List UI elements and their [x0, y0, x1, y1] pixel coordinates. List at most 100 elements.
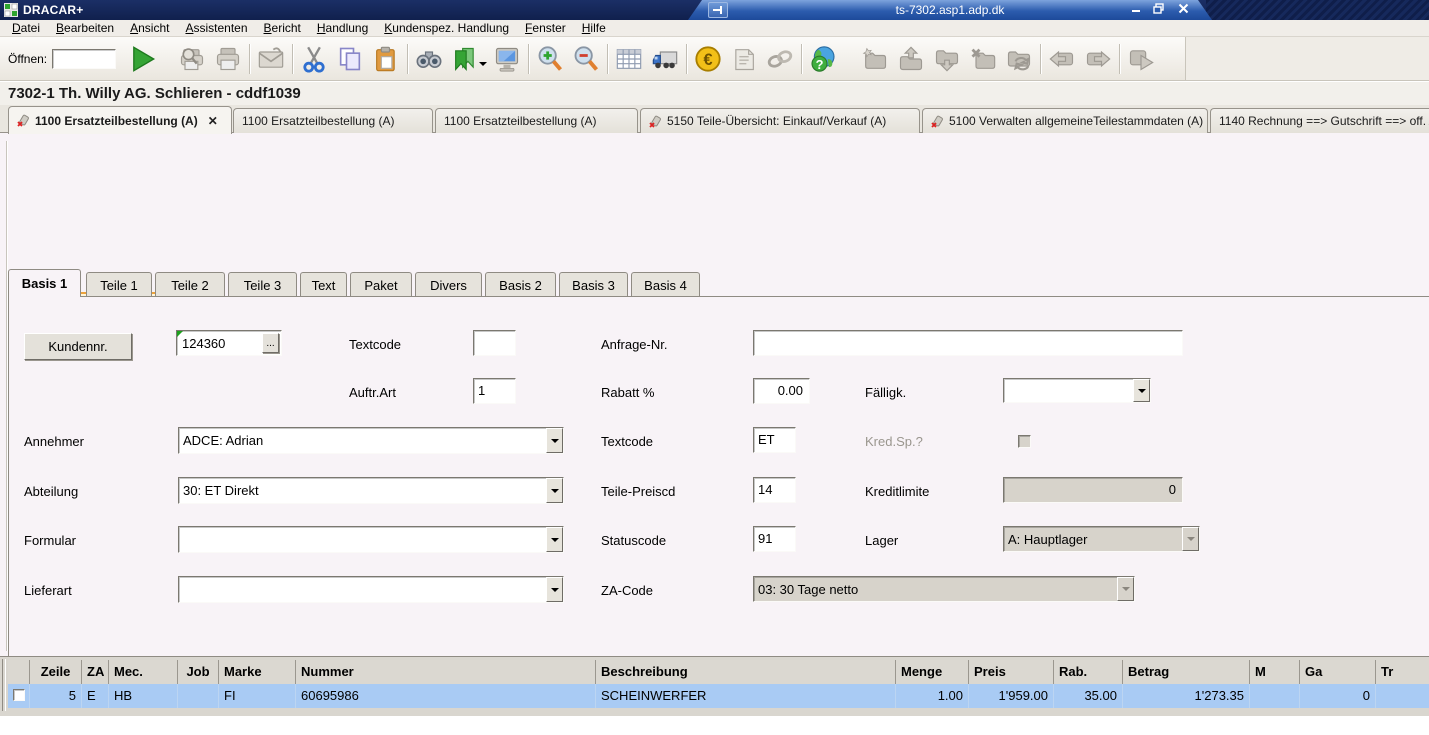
paste-icon[interactable]: [368, 41, 404, 77]
grid-header-beschreibung[interactable]: Beschreibung: [596, 660, 896, 684]
menu-fenster[interactable]: Fenster: [517, 20, 574, 36]
menu-assistenten[interactable]: Assistenten: [177, 20, 255, 36]
grid-header-marke[interactable]: Marke: [219, 660, 296, 684]
subtab-teile-2[interactable]: Teile 2: [155, 272, 225, 297]
copy-icon[interactable]: [332, 41, 368, 77]
tab-ersatzteilbestellung-1[interactable]: 1100 Ersatzteilbestellung (A) ✕: [8, 106, 232, 134]
subtab-basis-2[interactable]: Basis 2: [485, 272, 556, 297]
textcode1-label: Textcode: [349, 337, 401, 352]
teilepreiscd-input[interactable]: 14: [753, 477, 796, 503]
main-tab-bar: 1100 Ersatzteilbestellung (A) ✕ 1100 Ers…: [0, 105, 1429, 133]
grid-header-tr[interactable]: Tr: [1376, 660, 1414, 684]
kundennr-input[interactable]: 124360 ...: [176, 330, 282, 356]
textcode2-input[interactable]: ET: [753, 427, 796, 453]
subtab-basis-4[interactable]: Basis 4: [631, 272, 700, 297]
grid-header-menge[interactable]: Menge: [896, 660, 969, 684]
menu-datei[interactable]: Datei: [4, 20, 48, 36]
chevron-down-icon[interactable]: [546, 428, 563, 453]
chevron-down-icon[interactable]: [546, 577, 563, 602]
menu-ansicht[interactable]: Ansicht: [122, 20, 177, 36]
menu-bar: Datei Bearbeiten Ansicht Assistenten Ber…: [0, 20, 1429, 37]
auftrart-input[interactable]: 1: [473, 378, 516, 404]
faelligk-dropdown[interactable]: [1003, 378, 1151, 403]
menu-hilfe[interactable]: Hilfe: [574, 20, 614, 36]
table-row[interactable]: 5 E HB FI 60695986 SCHEINWERFER 1.00 1'9…: [8, 684, 1429, 708]
bookmark-dropdown-icon[interactable]: [479, 62, 487, 70]
close-icon[interactable]: [1174, 3, 1192, 17]
tab-teilestammdaten[interactable]: 5100 Verwalten allgemeineTeilestammdaten…: [922, 108, 1208, 133]
tab-teile-uebersicht[interactable]: 5150 Teile-Übersicht: Einkauf/Verkauf (A…: [640, 108, 920, 133]
table-icon[interactable]: [611, 41, 647, 77]
grid-header-zeile[interactable]: Zeile: [30, 660, 82, 684]
auftrart-label: Auftr.Art: [349, 385, 396, 400]
annehmer-label: Annehmer: [24, 434, 84, 449]
kundennr-lookup-button[interactable]: ...: [262, 333, 279, 353]
annehmer-dropdown[interactable]: ADCE: Adrian: [178, 427, 564, 454]
zoom-out-icon[interactable]: [568, 41, 604, 77]
restore-icon[interactable]: [1150, 3, 1168, 17]
cell-mec: HB: [109, 684, 178, 708]
tab-ersatzteilbestellung-3[interactable]: 1100 Ersatzteilbestellung (A): [435, 108, 638, 133]
chevron-down-icon[interactable]: [1133, 379, 1150, 402]
run-icon[interactable]: [124, 41, 160, 77]
textcode2-label: Textcode: [601, 434, 653, 449]
cut-icon[interactable]: [296, 41, 332, 77]
formular-dropdown[interactable]: [178, 526, 564, 553]
grid-header-preis[interactable]: Preis: [969, 660, 1054, 684]
grid-header-m[interactable]: M: [1250, 660, 1300, 684]
tab-close-icon[interactable]: ✕: [208, 114, 218, 128]
subtab-text[interactable]: Text: [300, 272, 347, 297]
truck-icon[interactable]: [647, 41, 683, 77]
panel-left-border: [6, 141, 7, 651]
grid-header-ga[interactable]: Ga: [1300, 660, 1376, 684]
help-icon[interactable]: ?: [805, 41, 841, 77]
chevron-down-icon[interactable]: [546, 478, 563, 503]
row-checkbox[interactable]: [13, 689, 25, 701]
grid-header-betrag[interactable]: Betrag: [1123, 660, 1250, 684]
abteilung-dropdown[interactable]: 30: ET Direkt: [178, 477, 564, 504]
minimize-icon[interactable]: [1128, 3, 1146, 17]
grid-header-job[interactable]: Job: [178, 660, 219, 684]
open-input[interactable]: [52, 49, 116, 69]
lager-dropdown: A: Hauptlager: [1003, 526, 1200, 552]
textcode1-input[interactable]: [473, 330, 516, 356]
grid-header-rab[interactable]: Rab.: [1054, 660, 1123, 684]
subtab-teile-3[interactable]: Teile 3: [228, 272, 297, 297]
work-area: Auftr. 3447152 ChasNr Auftr.Tot 1'273.35…: [0, 133, 1429, 656]
lieferart-dropdown[interactable]: [178, 576, 564, 603]
tab-rechnung-gutschrift[interactable]: 1140 Rechnung ==> Gutschrift ==> off. Au: [1210, 108, 1429, 133]
menu-kundenspez-handlung[interactable]: Kundenspez. Handlung: [376, 20, 517, 36]
cell-za: E: [82, 684, 109, 708]
menu-bearbeiten[interactable]: Bearbeiten: [48, 20, 122, 36]
search-icon[interactable]: [411, 41, 447, 77]
statuscode-input[interactable]: 91: [753, 526, 796, 552]
grid-header-mec[interactable]: Mec.: [109, 660, 178, 684]
bookmark-icon[interactable]: [447, 41, 483, 77]
folder-forward-icon: [1080, 41, 1116, 77]
subtab-basis-1[interactable]: Basis 1: [8, 269, 81, 297]
euro-icon[interactable]: €: [690, 41, 726, 77]
subtab-basis-3[interactable]: Basis 3: [559, 272, 628, 297]
chevron-down-icon[interactable]: [546, 527, 563, 552]
titlebar-hatch: [1206, 0, 1429, 20]
monitor-icon[interactable]: [489, 41, 525, 77]
modified-doc-icon: [17, 114, 30, 127]
rabatt-input[interactable]: 0.00: [753, 378, 810, 404]
grid-gutter: [2, 659, 6, 711]
cell-ga: 0: [1300, 684, 1376, 708]
tab-ersatzteilbestellung-2[interactable]: 1100 Ersatzteilbestellung (A): [233, 108, 433, 133]
rabatt-label: Rabatt %: [601, 385, 654, 400]
grid-header-za[interactable]: ZA: [82, 660, 109, 684]
kreditlimite-field: 0: [1003, 477, 1183, 503]
anfrage-input[interactable]: [753, 330, 1183, 356]
zoom-in-icon[interactable]: [532, 41, 568, 77]
subtab-divers[interactable]: Divers: [415, 272, 482, 297]
menu-handlung[interactable]: Handlung: [309, 20, 376, 36]
menu-bericht[interactable]: Bericht: [256, 20, 309, 36]
print-icon: [210, 41, 246, 77]
grid-header-nummer[interactable]: Nummer: [296, 660, 596, 684]
subtab-teile-1[interactable]: Teile 1: [86, 272, 152, 297]
kundennr-button[interactable]: Kundennr.: [24, 333, 132, 360]
cell-nummer: 60695986: [296, 684, 596, 708]
subtab-paket[interactable]: Paket: [350, 272, 412, 297]
